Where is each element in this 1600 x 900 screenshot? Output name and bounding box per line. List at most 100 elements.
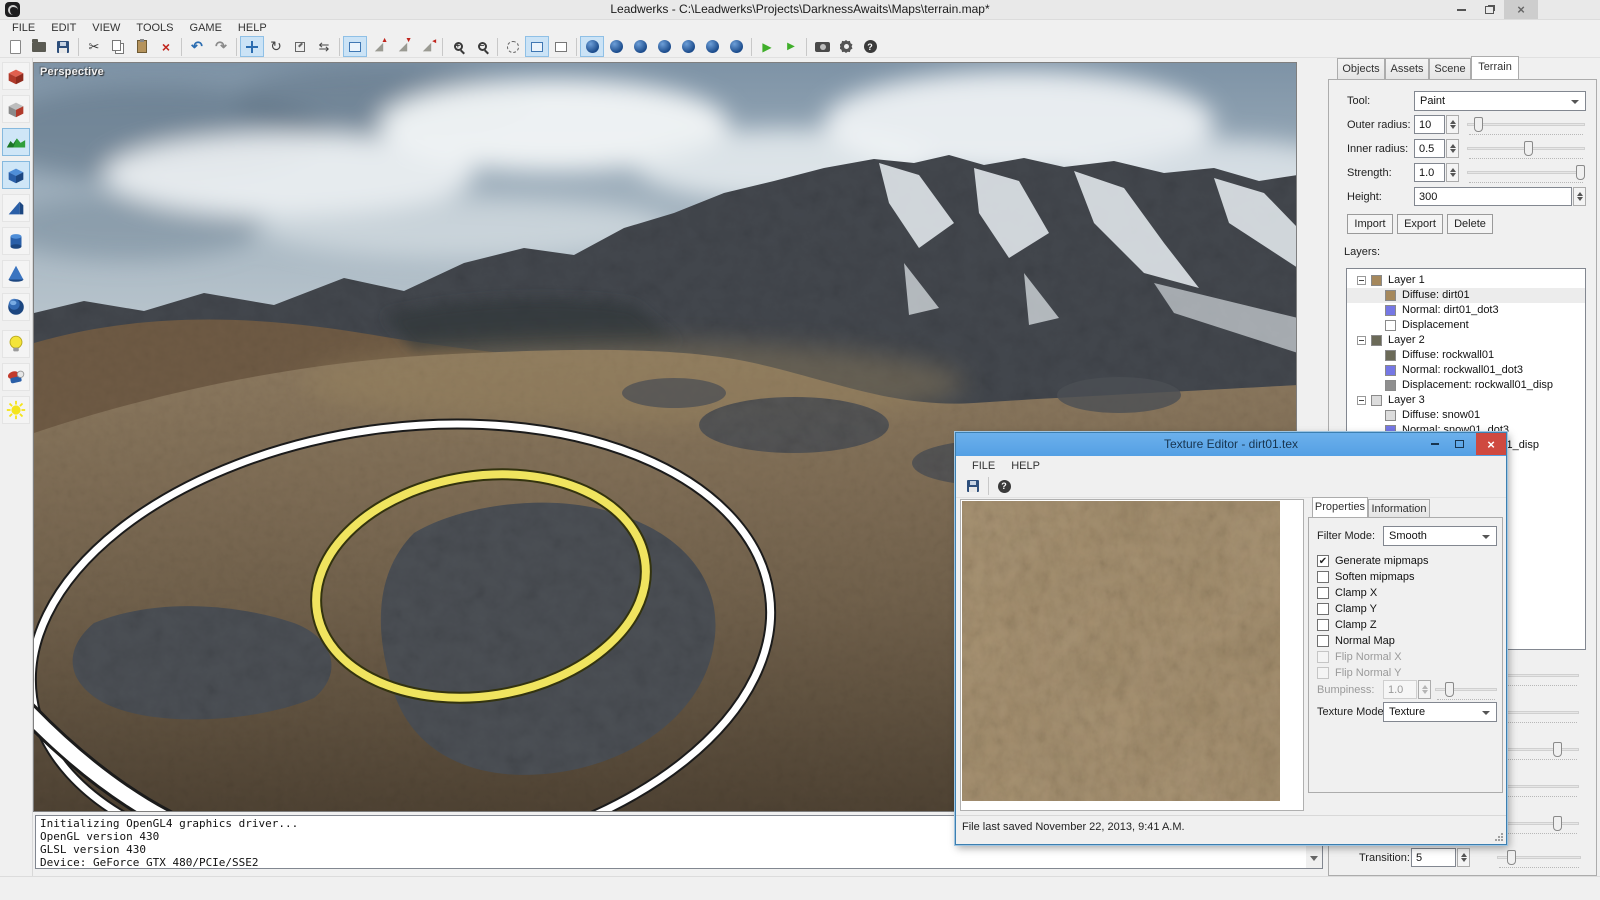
strength-slider[interactable] [1467,163,1585,183]
dialog-close-button[interactable]: × [1476,433,1506,455]
tab-assets[interactable]: Assets [1385,58,1429,79]
transition-slider[interactable] [1497,848,1581,868]
tab-objects[interactable]: Objects [1337,58,1385,79]
slider-thumb[interactable] [1523,141,1533,156]
move-tool-button[interactable] [240,36,264,57]
cylinder-tool[interactable] [2,227,30,255]
view-sphere-button-2[interactable] [604,36,628,57]
height-input[interactable] [1414,187,1572,206]
strength-input[interactable] [1414,163,1445,182]
mirror-tool-button[interactable]: ⇆ [312,36,336,57]
select-circle-button[interactable] [501,36,525,57]
delete-button[interactable]: × [154,36,178,57]
dialog-minimize-button[interactable] [1424,433,1446,455]
dialog-maximize-button[interactable] [1448,433,1470,455]
export-button[interactable]: Export [1397,214,1443,234]
menu-tools[interactable]: TOOLS [128,20,181,36]
terrain-smooth-button[interactable]: ◢ ◂ [415,36,439,57]
wireframe-box-button[interactable] [549,36,573,57]
checkbox-icon[interactable] [1317,619,1329,631]
tab-terrain[interactable]: Terrain [1471,56,1519,79]
open-file-button[interactable] [27,36,51,57]
filter-mode-dropdown[interactable]: Smooth [1383,526,1497,546]
close-button[interactable]: × [1504,0,1538,19]
scroll-down-icon[interactable] [1310,856,1318,861]
run-debug-button[interactable]: ▶ [779,36,803,57]
collapse-icon[interactable] [1357,276,1366,285]
point-light-tool[interactable] [2,330,30,358]
menu-file[interactable]: FILE [4,20,43,36]
cone-tool[interactable] [2,260,30,288]
menu-edit[interactable]: EDIT [43,20,84,36]
scale-tool-button[interactable] [288,36,312,57]
texture-editor-window[interactable]: Texture Editor - dirt01.tex × FILE HELP … [955,432,1507,845]
cut-button[interactable]: ✂ [82,36,106,57]
texture-save-button[interactable] [961,476,985,497]
checkbox-icon[interactable] [1317,635,1329,647]
transition-input[interactable] [1411,848,1456,867]
slider-thumb[interactable] [1552,816,1562,831]
options-button[interactable] [834,36,858,57]
box-tool[interactable] [2,161,30,189]
slider-thumb[interactable] [1575,165,1585,180]
strength-spinner[interactable] [1446,163,1459,182]
tree-item-layer3[interactable]: Layer 3 [1347,393,1585,408]
menu-game[interactable]: GAME [182,20,230,36]
tree-item-displacement-rockwall01[interactable]: Displacement: rockwall01_disp [1347,378,1585,393]
tree-item-diffuse-snow01[interactable]: Diffuse: snow01 [1347,408,1585,423]
title-bar[interactable]: Leadwerks - C:\Leadwerks\Projects\Darkne… [0,0,1600,20]
zoom-out-button[interactable]: − [470,36,494,57]
tree-item-diffuse-rockwall01[interactable]: Diffuse: rockwall01 [1347,348,1585,363]
tree-item-normal-dirt01[interactable]: Normal: dirt01_dot3 [1347,303,1585,318]
tree-item-layer2[interactable]: Layer 2 [1347,333,1585,348]
checkbox-icon[interactable] [1317,603,1329,615]
checkbox-icon[interactable] [1317,571,1329,583]
collapse-icon[interactable] [1357,336,1366,345]
view-sphere-button-6[interactable] [700,36,724,57]
zoom-in-button[interactable]: + [446,36,470,57]
restore-button[interactable] [1476,0,1502,19]
rotate-tool-button[interactable]: ↻ [264,36,288,57]
tool-dropdown[interactable]: Paint [1414,91,1586,111]
view-sphere-button-1[interactable] [580,36,604,57]
run-button[interactable]: ▶ [755,36,779,57]
screenshot-button[interactable] [810,36,834,57]
height-spinner[interactable] [1573,187,1586,206]
outer-radius-slider[interactable] [1467,115,1585,135]
model-tool[interactable] [2,363,30,391]
terrain-tool[interactable] [2,128,30,156]
texture-mode-dropdown[interactable]: Texture [1383,702,1497,722]
new-file-button[interactable] [3,36,27,57]
terrain-lower-button[interactable]: ◢ ▼ [391,36,415,57]
redo-button[interactable]: ↷ [209,36,233,57]
view-sphere-button-7[interactable] [724,36,748,57]
slider-thumb[interactable] [1552,742,1562,757]
tab-scene[interactable]: Scene [1429,58,1471,79]
inner-radius-input[interactable] [1414,139,1445,158]
inner-radius-slider[interactable] [1467,139,1585,159]
select-volume-button[interactable] [343,36,367,57]
sphere-tool[interactable] [2,293,30,321]
expand-view-button[interactable] [525,36,549,57]
slider-thumb[interactable] [1474,117,1484,132]
terrain-raise-button[interactable]: ◢ ▲ [367,36,391,57]
inner-radius-spinner[interactable] [1446,139,1459,158]
tab-information[interactable]: Information [1368,499,1430,517]
checkbox-checked-icon[interactable]: ✔ [1317,555,1329,567]
import-button[interactable]: Import [1347,214,1393,234]
brush-red-tool[interactable] [2,62,30,90]
menu-help[interactable]: HELP [230,20,275,36]
transition-spinner[interactable] [1457,848,1470,867]
view-sphere-button-5[interactable] [676,36,700,57]
texture-help-button[interactable]: ? [992,476,1016,497]
collapse-icon[interactable] [1357,396,1366,405]
tree-item-normal-rockwall01[interactable]: Normal: rockwall01_dot3 [1347,363,1585,378]
save-button[interactable] [51,36,75,57]
wedge-tool[interactable] [2,194,30,222]
view-sphere-button-4[interactable] [652,36,676,57]
undo-button[interactable]: ↶ [185,36,209,57]
minimize-button[interactable] [1448,0,1474,19]
paste-button[interactable] [130,36,154,57]
texture-editor-menu-file[interactable]: FILE [964,458,1003,474]
tree-item-diffuse-dirt01[interactable]: Diffuse: dirt01 [1347,288,1585,303]
